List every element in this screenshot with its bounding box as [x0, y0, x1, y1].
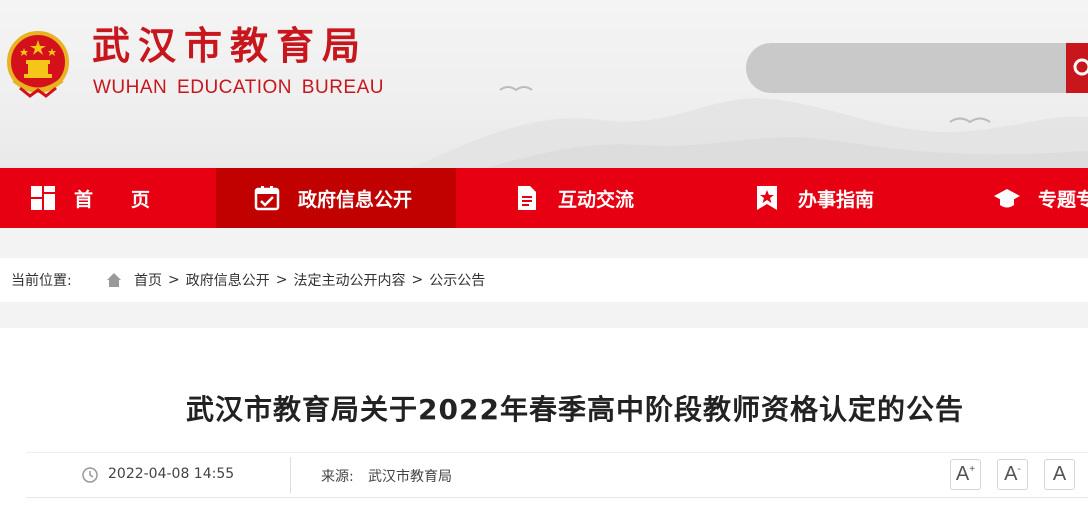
breadcrumb-statutory-disclosure[interactable]: 法定主动公开内容: [293, 270, 405, 290]
site-title-cn: 武汉市教育局: [92, 24, 369, 68]
breadcrumb-announcements[interactable]: 公示公告: [429, 270, 485, 290]
font-decrease-letter: A: [1004, 463, 1018, 485]
article-meta: 2022-04-08 14:55 来源: 武汉市教育局 A + A- A: [26, 452, 1088, 498]
article-title: 武汉市教育局关于2022年春季高中阶段教师资格认定的公告: [186, 393, 964, 426]
breadcrumb-gov-info[interactable]: 政府信息公开: [186, 270, 270, 290]
breadcrumb-separator: >: [411, 272, 424, 288]
search-input[interactable]: [746, 43, 1076, 93]
nav-item-label: 专题专: [1038, 188, 1088, 211]
font-decrease-button[interactable]: A-: [997, 459, 1028, 490]
nav-item-label: 办事指南: [798, 188, 875, 211]
breadcrumb-prefix: 当前位置:: [11, 273, 72, 289]
breadcrumb-home[interactable]: 首页: [134, 270, 162, 290]
graduation-cap-icon: [994, 189, 1020, 208]
nav-item-label: 互动交流: [558, 188, 635, 211]
source-value: 武汉市教育局: [368, 469, 452, 485]
breadcrumb-separator: >: [168, 272, 180, 288]
font-reset-button[interactable]: A: [1044, 459, 1075, 490]
nav-item-label: 首 页: [74, 188, 151, 211]
main-nav: 首 页 政府信息公开 互动交流 办事指南 专题专: [0, 168, 1088, 228]
breadcrumb-separator: >: [275, 272, 288, 288]
search-button[interactable]: [1066, 43, 1088, 93]
nav-item-gov-info[interactable]: 政府信息公开: [216, 168, 456, 228]
home-icon: [107, 273, 121, 287]
nav-item-home[interactable]: 首 页: [30, 168, 150, 228]
font-increase-button[interactable]: A +: [950, 459, 981, 490]
article-panel: 武汉市教育局关于2022年春季高中阶段教师资格认定的公告 2022-04-08 …: [0, 328, 1088, 525]
font-decrease-mark: -: [1017, 464, 1021, 475]
calendar-check-icon: [254, 186, 280, 211]
star-badge-icon: [757, 186, 777, 210]
clock-icon: [82, 467, 98, 483]
breadcrumb: 当前位置: 首页 > 政府信息公开 > 法定主动公开内容 > 公示公告: [0, 258, 1088, 302]
nav-item-label: 政府信息公开: [298, 188, 413, 211]
search-icon: [1073, 58, 1088, 76]
meta-divider: [290, 457, 291, 493]
nav-item-guide[interactable]: 办事指南: [754, 168, 874, 228]
site-title-en: WUHAN EDUCATION BUREAU: [93, 77, 384, 98]
publish-date: 2022-04-08 14:55: [108, 466, 235, 482]
national-emblem-icon: [7, 31, 69, 98]
home-grid-icon: [31, 186, 55, 210]
site-header: 武汉市教育局 WUHAN EDUCATION BUREAU: [0, 0, 1088, 168]
nav-item-topics[interactable]: 专题专: [994, 168, 1088, 228]
document-icon: [518, 186, 536, 210]
source-label: 来源:: [321, 469, 354, 485]
font-reset-letter: A: [1052, 463, 1067, 485]
nav-item-interaction[interactable]: 互动交流: [514, 168, 634, 228]
font-increase-letter: A: [955, 463, 970, 485]
font-increase-mark: +: [969, 464, 976, 475]
